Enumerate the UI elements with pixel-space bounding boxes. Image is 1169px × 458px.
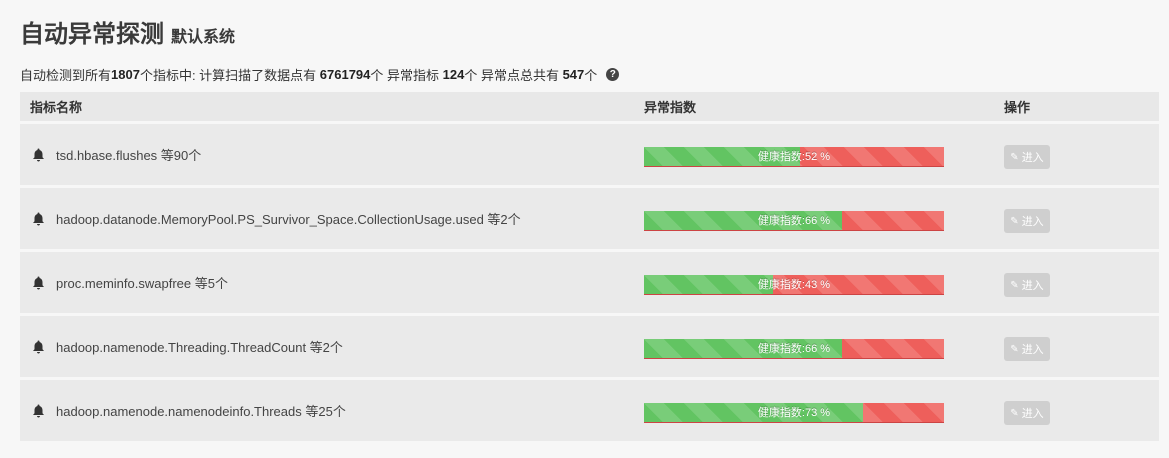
column-header-action: 操作 — [1004, 100, 1031, 115]
enter-button-label: 进入 — [1021, 216, 1044, 228]
bell-icon — [30, 403, 46, 419]
table-row: hadoop.datanode.MemoryPool.PS_Survivor_S… — [20, 188, 1159, 249]
edit-icon: ✎ — [1010, 215, 1019, 227]
table-row: tsd.hbase.flushes 等90个 健康指数:52 % ✎ 进入 — [20, 124, 1159, 185]
total-metrics-count: 1807 — [111, 67, 140, 82]
enter-button[interactable]: ✎ 进入 — [1004, 209, 1050, 233]
metric-name[interactable]: tsd.hbase.flushes 等90个 — [56, 145, 201, 164]
metric-name-cell: proc.meminfo.swapfree 等5个 — [30, 273, 228, 292]
health-progress-label: 健康指数:66 % — [757, 343, 831, 355]
summary-suffix: 个 — [584, 68, 598, 83]
metric-name-cell: hadoop.namenode.Threading.ThreadCount 等2… — [30, 337, 343, 356]
summary-mid2: 个 异常指标 — [370, 68, 443, 83]
health-progress-label: 健康指数:73 % — [757, 407, 831, 419]
page-subtitle: 默认系统 — [171, 29, 236, 46]
metrics-table: 指标名称 异常指数 操作 tsd.hbase.flushes 等90个 健康指数… — [20, 92, 1159, 441]
edit-icon: ✎ — [1010, 407, 1019, 419]
enter-button-label: 进入 — [1021, 344, 1044, 356]
health-progress-bar: 健康指数:43 % — [644, 275, 944, 295]
health-progress-bar: 健康指数:66 % — [644, 211, 944, 231]
enter-button-label: 进入 — [1021, 152, 1044, 164]
health-progress-bar: 健康指数:66 % — [644, 339, 944, 359]
enter-button-label: 进入 — [1021, 280, 1044, 292]
edit-icon: ✎ — [1010, 151, 1019, 163]
metric-name-cell: hadoop.namenode.namenodeinfo.Threads 等25… — [30, 401, 346, 420]
question-circle-icon[interactable]: ? — [606, 68, 620, 81]
enter-button-label: 进入 — [1021, 408, 1044, 420]
column-header-score: 异常指数 — [644, 100, 697, 115]
summary-mid3: 个 异常点总共有 — [464, 68, 563, 83]
health-progress-label: 健康指数:66 % — [757, 215, 831, 227]
enter-button[interactable]: ✎ 进入 — [1004, 145, 1050, 169]
table-header: 指标名称 异常指数 操作 — [20, 92, 1159, 121]
data-points-count: 6761794 — [319, 67, 371, 82]
enter-button[interactable]: ✎ 进入 — [1004, 337, 1050, 361]
health-progress-bar: 健康指数:52 % — [644, 147, 944, 167]
table-row: hadoop.namenode.Threading.ThreadCount 等2… — [20, 316, 1159, 377]
health-progress-bar: 健康指数:73 % — [644, 403, 944, 423]
table-row: proc.meminfo.swapfree 等5个 健康指数:43 % ✎ 进入 — [20, 252, 1159, 313]
table-row: hadoop.namenode.namenodeinfo.Threads 等25… — [20, 380, 1159, 441]
metric-name[interactable]: proc.meminfo.swapfree 等5个 — [56, 273, 228, 292]
bell-icon — [30, 339, 46, 355]
metric-name[interactable]: hadoop.namenode.Threading.ThreadCount 等2… — [56, 337, 343, 356]
metric-name-cell: tsd.hbase.flushes 等90个 — [30, 145, 201, 164]
page-header: 自动异常探测 默认系统 — [20, 14, 235, 49]
health-progress-label: 健康指数:43 % — [757, 279, 831, 291]
summary-mid1: 个指标中: 计算扫描了数据点有 — [139, 68, 320, 83]
bell-icon — [30, 147, 46, 163]
health-progress-label: 健康指数:52 % — [757, 151, 831, 163]
enter-button[interactable]: ✎ 进入 — [1004, 273, 1050, 297]
anomaly-metrics-count: 124 — [442, 67, 465, 82]
enter-button[interactable]: ✎ 进入 — [1004, 401, 1050, 425]
bell-icon — [30, 275, 46, 291]
metric-name-cell: hadoop.datanode.MemoryPool.PS_Survivor_S… — [30, 209, 521, 228]
metric-name[interactable]: hadoop.namenode.namenodeinfo.Threads 等25… — [56, 401, 346, 420]
edit-icon: ✎ — [1010, 343, 1019, 355]
page-title: 自动异常探测 — [20, 21, 164, 48]
metric-name[interactable]: hadoop.datanode.MemoryPool.PS_Survivor_S… — [56, 209, 521, 228]
summary-prefix: 自动检测到所有 — [20, 68, 112, 83]
table-body: tsd.hbase.flushes 等90个 健康指数:52 % ✎ 进入 ha… — [20, 124, 1159, 441]
anomaly-points-count: 547 — [562, 67, 585, 82]
edit-icon: ✎ — [1010, 279, 1019, 291]
summary-line: 自动检测到所有 1807 个指标中: 计算扫描了数据点有 6761794 个 异常指标… — [20, 65, 620, 84]
column-header-name: 指标名称 — [30, 100, 83, 115]
bell-icon — [30, 211, 46, 227]
